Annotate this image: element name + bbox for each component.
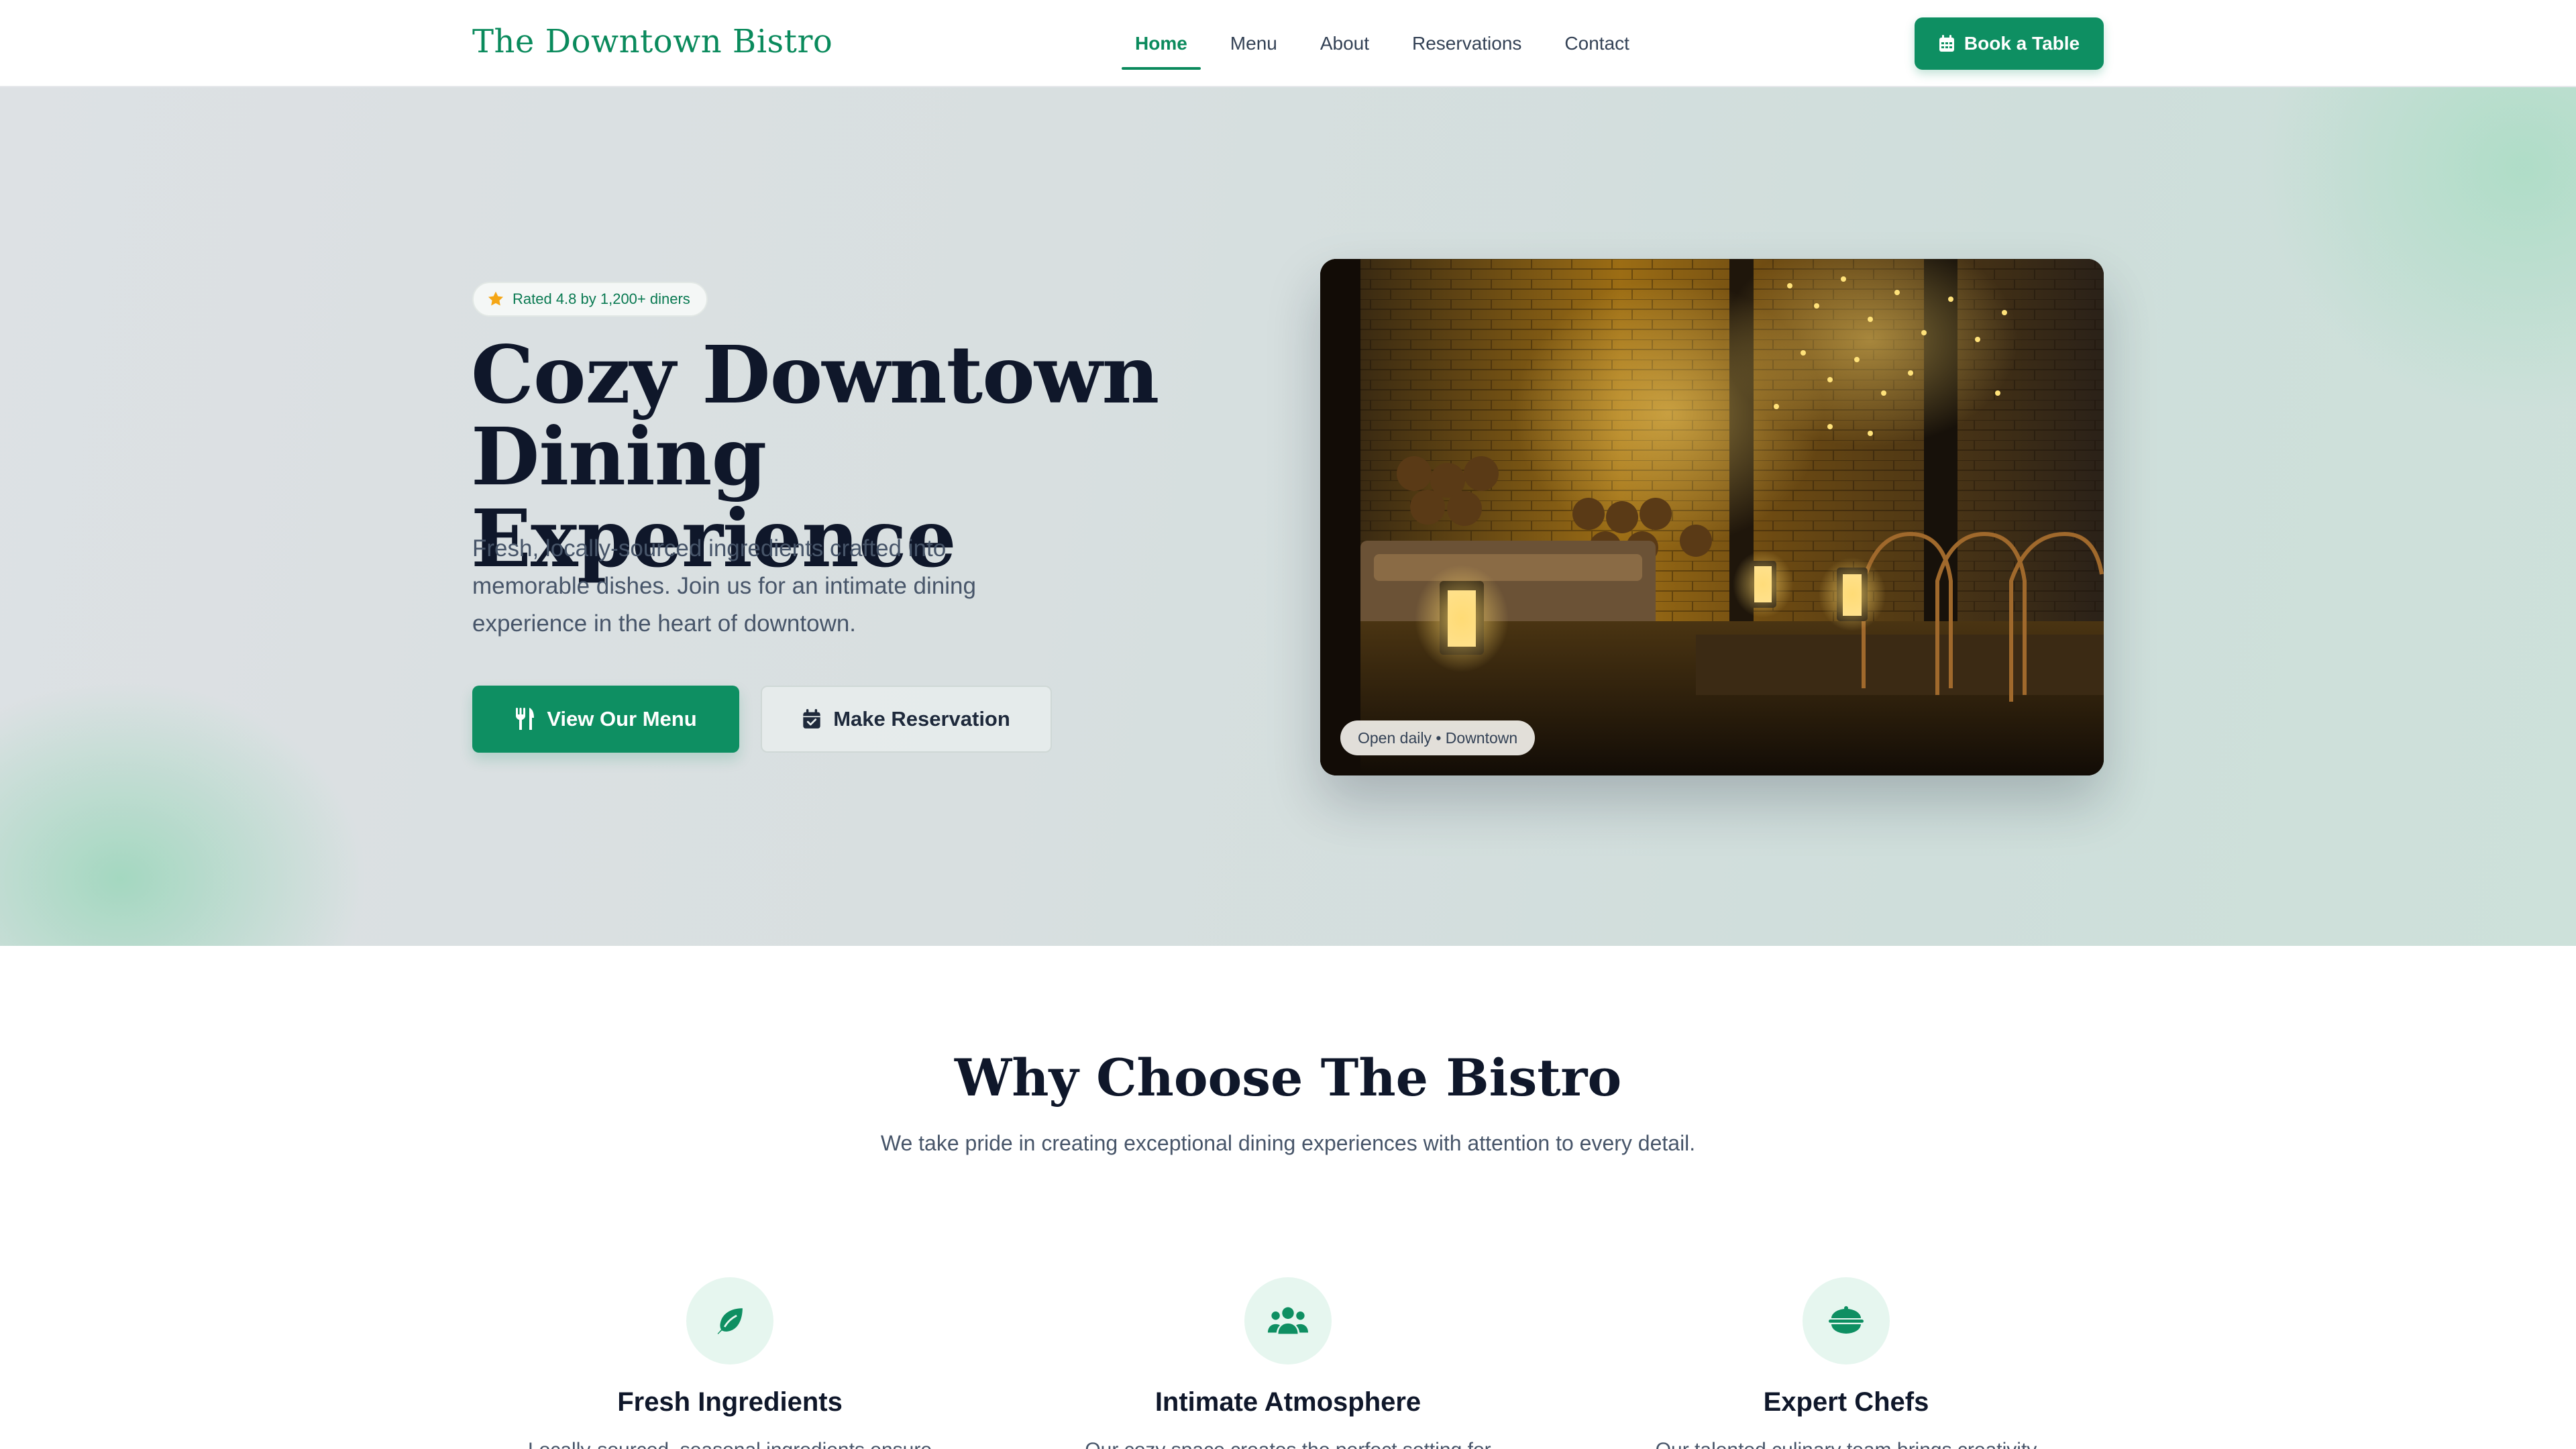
hero-section: Rated 4.8 by 1,200+ diners Cozy Downtown… — [0, 87, 2576, 946]
book-table-label: Book a Table — [1964, 33, 2080, 54]
leaf-icon — [714, 1306, 745, 1337]
bowl-icon — [1829, 1306, 1864, 1334]
feature-icon-wrap — [1803, 1277, 1890, 1364]
feature-icon-wrap — [686, 1277, 773, 1364]
make-reservation-label: Make Reservation — [833, 707, 1010, 731]
nav-link-home[interactable]: Home — [1114, 0, 1209, 87]
view-menu-label: View Our Menu — [547, 707, 697, 731]
rating-badge: Rated 4.8 by 1,200+ diners — [472, 282, 708, 317]
restaurant-interior-illustration — [1320, 259, 2104, 775]
feature-description: Our talented culinary team brings creati… — [1638, 1435, 2054, 1449]
section-title: Why Choose The Bistro — [954, 1048, 1622, 1108]
users-icon — [1267, 1307, 1309, 1334]
feature-description: Locally-sourced, seasonal ingredients en… — [522, 1435, 938, 1449]
nav-link-reservations[interactable]: Reservations — [1391, 0, 1543, 87]
calendar-check-icon — [803, 709, 820, 729]
navbar: The Downtown Bistro Home Menu About Rese… — [0, 0, 2576, 87]
feature-expert-chefs: Expert Chefs Our talented culinary team … — [1591, 1277, 2101, 1449]
utensils-icon — [516, 708, 535, 730]
calendar-icon — [1939, 35, 1954, 52]
feature-title: Intimate Atmosphere — [1155, 1387, 1421, 1417]
rating-badge-text: Rated 4.8 by 1,200+ diners — [513, 290, 690, 307]
nav-link-about[interactable]: About — [1299, 0, 1391, 87]
book-table-button[interactable]: Book a Table — [1915, 17, 2104, 70]
nav-link-menu[interactable]: Menu — [1209, 0, 1299, 87]
image-caption-pill: Open daily • Downtown — [1340, 720, 1536, 755]
hero-title-line-1: Cozy Downtown — [471, 328, 1159, 421]
nav-link-contact[interactable]: Contact — [1543, 0, 1651, 87]
hero-subtitle: Fresh, locally-sourced ingredients craft… — [472, 535, 976, 637]
feature-icon-wrap — [1244, 1277, 1332, 1364]
star-icon — [488, 291, 504, 306]
view-menu-button[interactable]: View Our Menu — [472, 686, 739, 753]
nav-links: Home Menu About Reservations Contact — [1114, 0, 1651, 87]
make-reservation-button[interactable]: Make Reservation — [761, 686, 1052, 753]
feature-title: Expert Chefs — [1763, 1387, 1929, 1417]
restaurant-interior-image: Open daily • Downtown — [1320, 259, 2104, 775]
feature-intimate-atmosphere: Intimate Atmosphere Our cozy space creat… — [1033, 1277, 1543, 1449]
section-subtitle: We take pride in creating exceptional di… — [880, 1131, 1696, 1155]
feature-description: Our cozy space creates the perfect setti… — [1080, 1435, 1496, 1449]
feature-title: Fresh Ingredients — [617, 1387, 843, 1417]
brand-logo[interactable]: The Downtown Bistro — [472, 23, 833, 60]
feature-fresh-ingredients: Fresh Ingredients Locally-sourced, seaso… — [475, 1277, 985, 1449]
